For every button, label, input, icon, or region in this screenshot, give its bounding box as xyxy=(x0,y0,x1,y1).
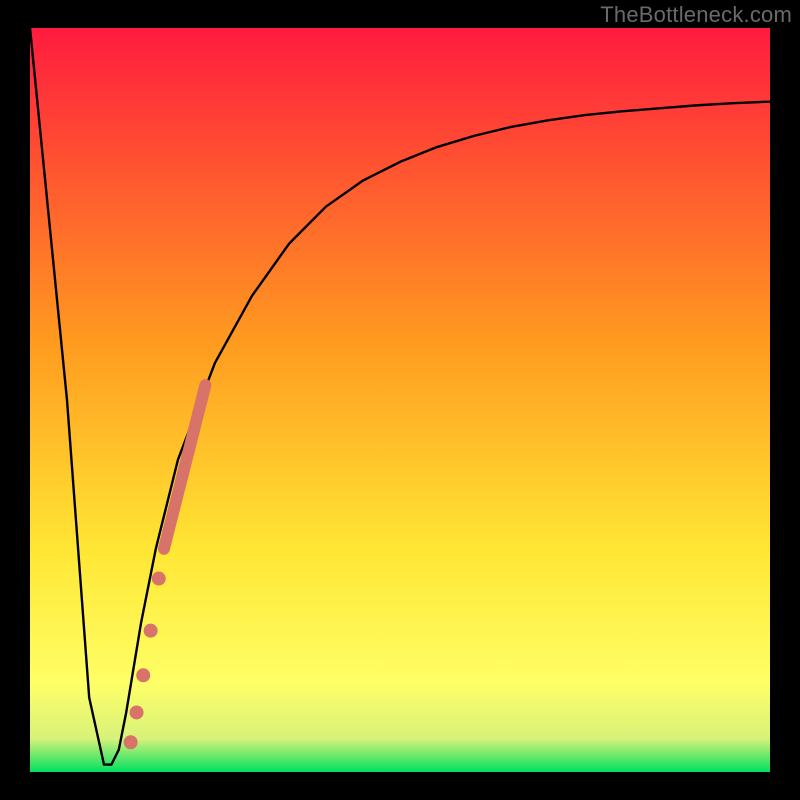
data-point xyxy=(130,705,144,719)
chart-container: TheBottleneck.com xyxy=(0,0,800,800)
data-point xyxy=(144,624,158,638)
plot-area xyxy=(30,28,770,772)
data-point xyxy=(152,572,166,586)
data-point xyxy=(136,668,150,682)
bottleneck-chart xyxy=(0,0,800,800)
data-point xyxy=(124,735,138,749)
